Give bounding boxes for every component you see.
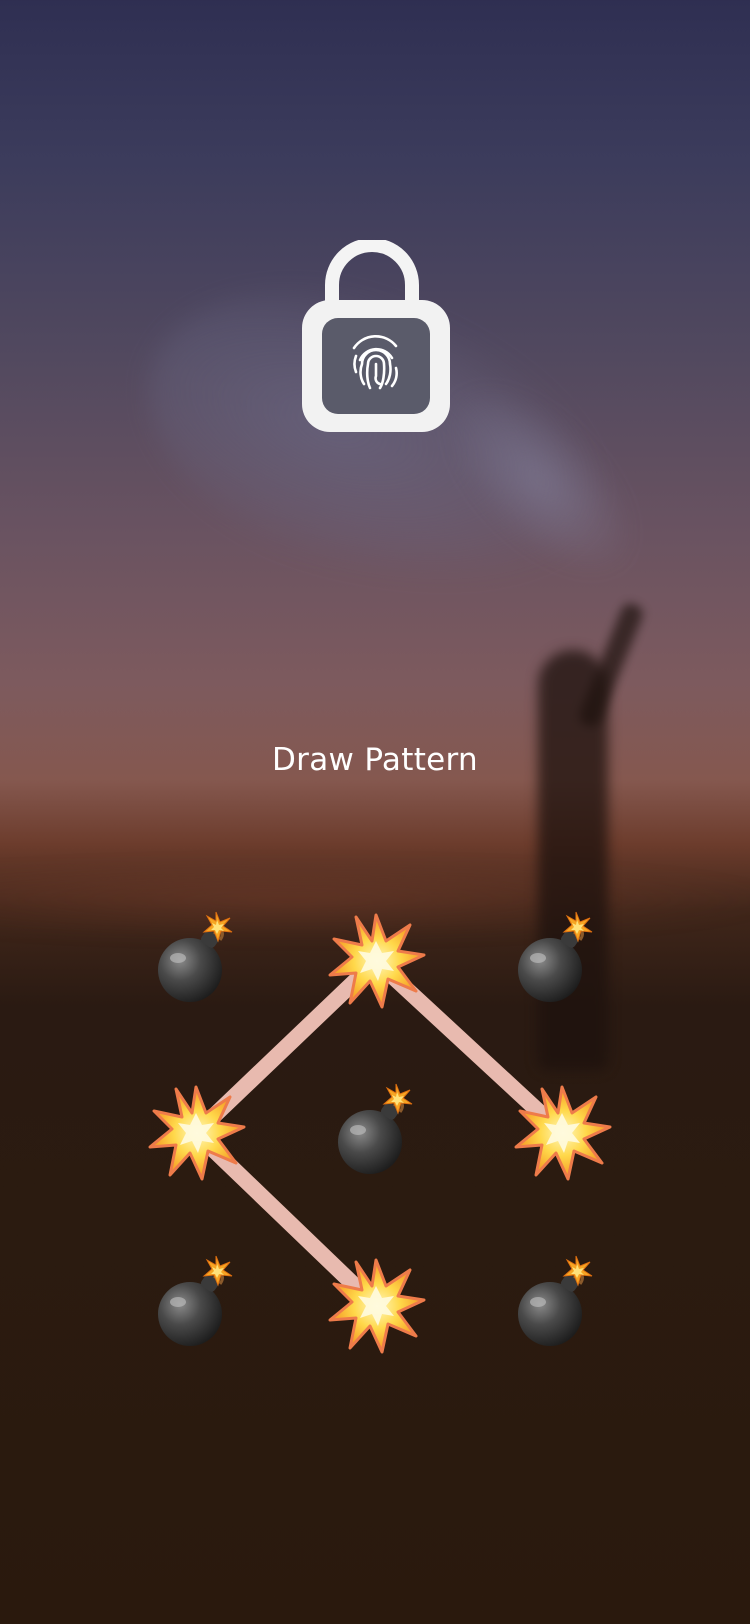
- pattern-dot-3[interactable]: [516, 910, 594, 1004]
- pattern-dot-7[interactable]: [156, 1254, 234, 1348]
- pattern-dot-1[interactable]: [156, 910, 234, 1004]
- pattern-dot-9[interactable]: [516, 1254, 594, 1348]
- bomb-icon: [156, 910, 234, 1004]
- bomb-icon: [336, 1082, 414, 1176]
- bomb-icon: [156, 1254, 234, 1348]
- pattern-grid[interactable]: [0, 0, 750, 1624]
- bomb-icon: [516, 910, 594, 1004]
- bomb-icon: [516, 1254, 594, 1348]
- pattern-dot-5[interactable]: [336, 1082, 414, 1176]
